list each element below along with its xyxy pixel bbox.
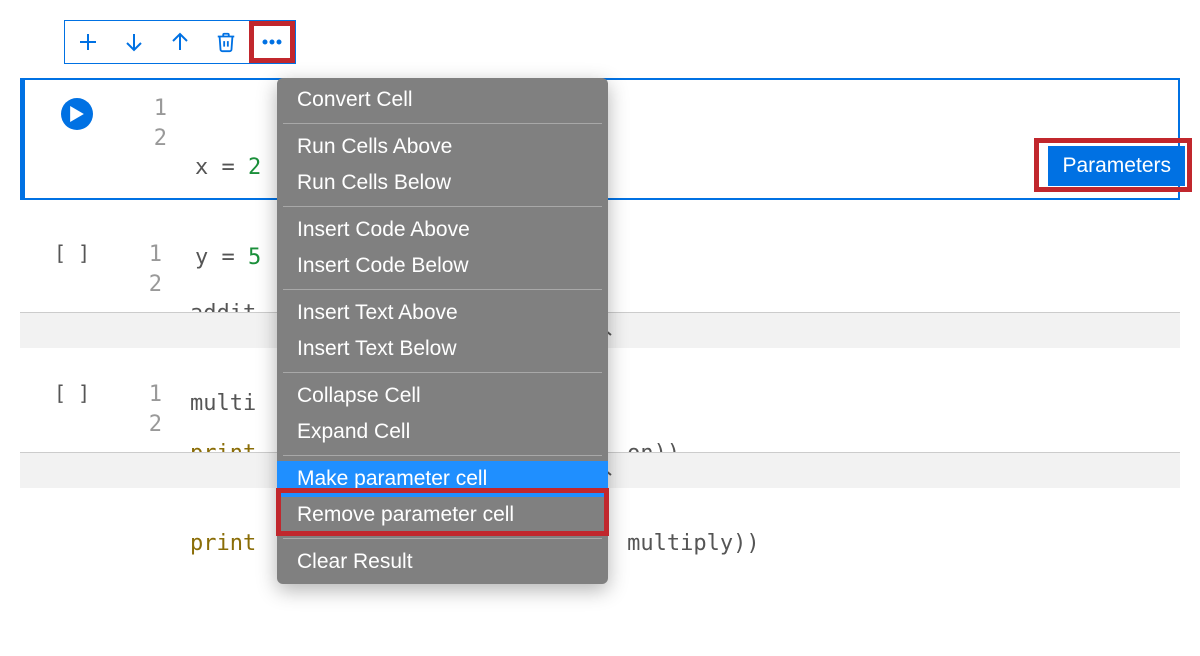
menu-insert-code-below[interactable]: Insert Code Below	[277, 248, 608, 284]
line-gutter: 1 2	[121, 80, 181, 198]
menu-run-cells-above[interactable]: Run Cells Above	[277, 129, 608, 165]
menu-separator	[283, 455, 602, 456]
line-number: 2	[116, 270, 162, 300]
menu-insert-text-above[interactable]: Insert Text Above	[277, 295, 608, 331]
trash-icon	[215, 30, 237, 54]
move-up-button[interactable]	[157, 21, 203, 63]
exec-count: [ ]	[54, 380, 90, 407]
line-number: 1	[121, 94, 167, 124]
menu-separator	[283, 538, 602, 539]
menu-convert-cell[interactable]: Convert Cell	[277, 82, 608, 118]
line-number: 2	[121, 124, 167, 154]
cell-toolbar	[64, 20, 296, 64]
menu-clear-result[interactable]: Clear Result	[277, 544, 608, 580]
menu-separator	[283, 289, 602, 290]
menu-expand-cell[interactable]: Expand Cell	[277, 414, 608, 450]
add-cell-button[interactable]	[65, 21, 111, 63]
line-number: 1	[116, 380, 162, 410]
parameters-badge[interactable]: Parameters	[1048, 146, 1185, 186]
menu-insert-text-below[interactable]: Insert Text Below	[277, 331, 608, 367]
cell-exec-area	[37, 80, 117, 198]
menu-separator	[283, 206, 602, 207]
play-icon	[70, 106, 84, 122]
menu-remove-parameter-cell[interactable]: Remove parameter cell	[277, 497, 608, 533]
exec-count: [ ]	[54, 240, 90, 267]
menu-separator	[283, 372, 602, 373]
more-actions-menu: Convert Cell Run Cells Above Run Cells B…	[277, 78, 608, 584]
menu-separator	[283, 123, 602, 124]
line-number: 1	[116, 240, 162, 270]
run-cell-button[interactable]	[61, 98, 93, 130]
plus-icon	[76, 30, 100, 54]
arrow-down-icon	[122, 30, 146, 54]
menu-make-parameter-cell[interactable]: Make parameter cell	[277, 461, 608, 497]
move-down-button[interactable]	[111, 21, 157, 63]
line-number: 2	[116, 410, 162, 440]
menu-collapse-cell[interactable]: Collapse Cell	[277, 378, 608, 414]
menu-insert-code-above[interactable]: Insert Code Above	[277, 212, 608, 248]
more-actions-button[interactable]	[249, 21, 295, 63]
menu-run-cells-below[interactable]: Run Cells Below	[277, 165, 608, 201]
arrow-up-icon	[168, 30, 192, 54]
more-icon	[259, 30, 285, 54]
delete-cell-button[interactable]	[203, 21, 249, 63]
